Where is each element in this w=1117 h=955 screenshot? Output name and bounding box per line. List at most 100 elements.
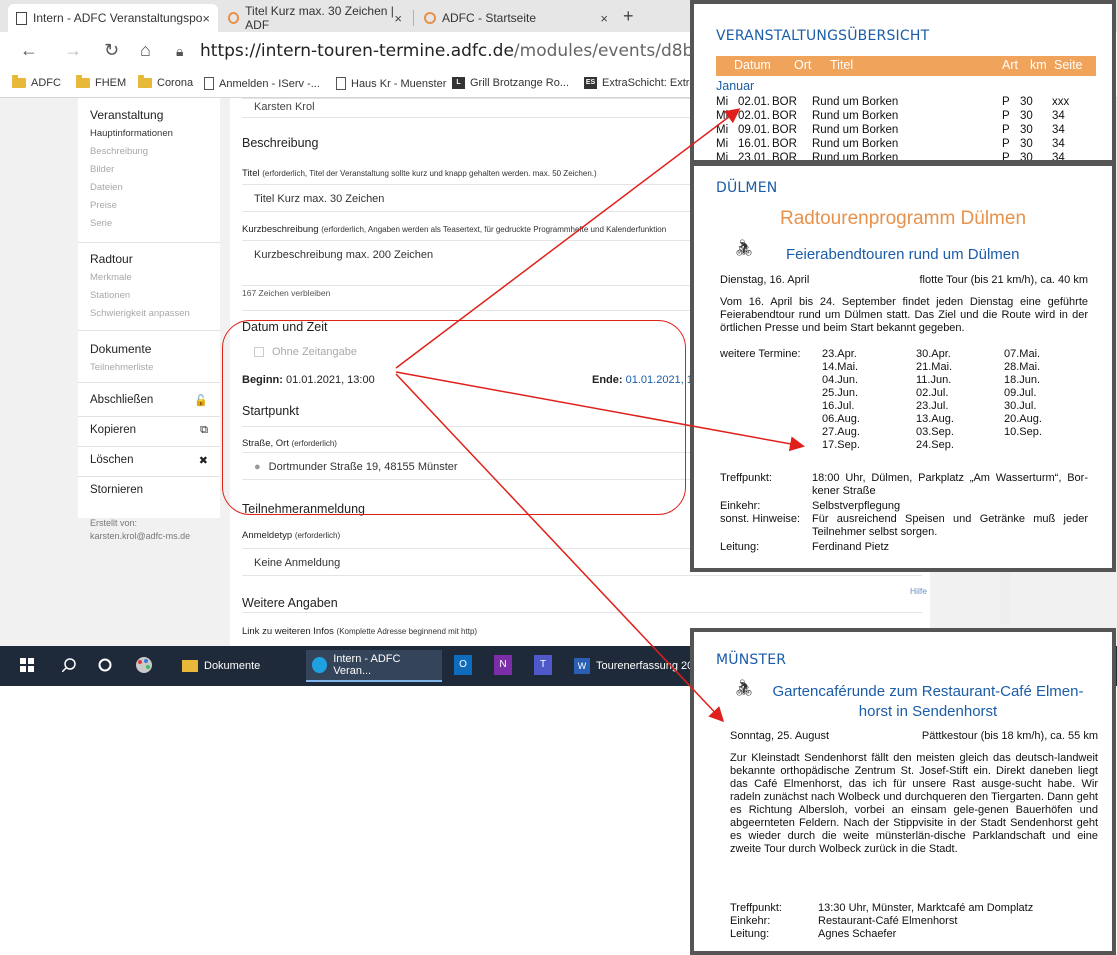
label-text: Kurzbeschreibung	[242, 224, 319, 235]
overview-cell: 30	[1020, 138, 1033, 150]
tour-tempo: Pättkestour (bis 18 km/h), ca. 55 km	[921, 730, 1098, 742]
termin-date: 27.Aug.	[822, 426, 860, 438]
termin-date: 30.Jul.	[1004, 400, 1037, 412]
hinweise-value: Für ausreichend Speisen und Getränke muß…	[812, 513, 1088, 538]
sidebar-item-beschreibung[interactable]: Beschreibung	[90, 146, 148, 157]
tour-description: Zur Kleinstadt Sendenhorst fällt den mei…	[730, 752, 1098, 855]
treffpunkt-value: 13:30 Uhr, Münster, Marktcafé am Domplat…	[818, 902, 1034, 914]
termin-date: 04.Jun.	[822, 374, 859, 386]
page-icon	[16, 11, 27, 25]
cortana-icon[interactable]	[98, 658, 112, 672]
tour-tempo: flotte Tour (bis 21 km/h), ca. 40 km	[919, 274, 1088, 286]
overview-cell: 02.01.	[738, 110, 770, 122]
sidebar-item-hauptinformationen[interactable]: Hauptinformationen	[90, 128, 173, 139]
treffpunkt-value: 18:00 Uhr, Dülmen, Parkplatz „Am Wassert…	[812, 472, 1088, 497]
lock-icon[interactable]: 🔒︎	[176, 43, 183, 60]
word-icon: W	[574, 658, 590, 674]
termin-date: 09.Jul.	[1004, 387, 1037, 399]
termin-date: 03.Sep.	[916, 426, 954, 438]
termin-date: 10.Sep.	[1004, 426, 1042, 438]
delete-icon: ✖	[198, 455, 208, 467]
sidebar-item-bilder[interactable]: Bilder	[90, 164, 114, 175]
search-icon[interactable]	[62, 658, 76, 672]
overview-cell: xxx	[1052, 96, 1070, 108]
onenote-icon[interactable]: N	[494, 655, 512, 675]
label-hint: (erforderlich)	[294, 531, 341, 540]
bookmark-corona[interactable]: Corona	[138, 75, 194, 89]
sidebar-item-dateien[interactable]: Dateien	[90, 182, 123, 193]
divider	[78, 476, 220, 477]
overview-cell: P	[1002, 138, 1010, 150]
divider	[78, 382, 220, 383]
windows-start-icon[interactable]	[20, 658, 34, 672]
folder-icon	[138, 75, 152, 88]
forward-arrow-icon[interactable]: →	[64, 40, 82, 61]
overview-cell: 30	[1020, 110, 1033, 122]
hilfe-link[interactable]: Hilfe	[910, 586, 927, 596]
loeschen-button[interactable]: Löschen ✖	[90, 454, 208, 467]
outlook-icon[interactable]: O	[454, 655, 472, 675]
tab-intern[interactable]: Intern - ADFC Veranstaltungspo ×	[8, 4, 218, 32]
overview-cell: Mi	[716, 96, 729, 108]
column-header: Ort	[794, 58, 812, 72]
sidebar-item-preise[interactable]: Preise	[90, 200, 117, 211]
tour-date: Dienstag, 16. April	[720, 274, 810, 286]
bookmark-fhem[interactable]: FHEM	[76, 75, 126, 89]
home-icon[interactable]: ⌂	[140, 40, 151, 61]
extraschicht-icon: ES	[584, 77, 597, 89]
bookmark-haus[interactable]: Haus Kr - Muenster	[336, 77, 446, 90]
new-tab-button[interactable]: +	[623, 6, 634, 27]
taskbar-app-word[interactable]: W Tourenerfassung 20...	[568, 650, 708, 682]
tab-title: Intern - ADFC Veranstaltungspo	[33, 11, 203, 25]
bookmark-adfc[interactable]: ADFC	[12, 75, 61, 89]
termin-date: 02.Jul.	[916, 387, 949, 399]
action-label: Stornieren	[90, 484, 144, 496]
sidebar-item-merkmale[interactable]: Merkmale	[90, 272, 132, 283]
overview-row: Mi 09.01. BOR Rund um Borken P 30 34	[716, 124, 1096, 138]
termin-date: 16.Jul.	[822, 400, 855, 412]
label-text: Titel	[242, 168, 260, 179]
bookmark-label: Grill Brotzange Ro...	[470, 77, 570, 89]
sidebar-item-serie[interactable]: Serie	[90, 218, 112, 229]
copy-icon: ⧉	[200, 424, 208, 436]
taskbar-app-label: Tourenerfassung 20...	[596, 660, 703, 672]
back-arrow-icon[interactable]: ←	[20, 40, 38, 61]
treffpunkt-label: Treffpunkt:	[720, 472, 772, 484]
sidebar-item-teilnehmerliste[interactable]: Teilnehmerliste	[90, 362, 153, 373]
sidebar-item-schwierigkeit[interactable]: Schwierigkeit anpassen	[90, 308, 190, 319]
tab-startseite[interactable]: ADFC - Startseite ×	[416, 4, 616, 32]
label-hint: (erforderlich, Angaben werden als Teaser…	[321, 225, 667, 234]
kopieren-button[interactable]: Kopieren ⧉	[90, 424, 208, 436]
close-icon[interactable]: ×	[202, 11, 210, 26]
overview-cell: Mi	[716, 124, 729, 136]
leitung-label: Leitung:	[720, 541, 760, 553]
sidebar-item-stationen[interactable]: Stationen	[90, 290, 130, 301]
overview-cell: 02.01.	[738, 96, 770, 108]
tab-separator	[413, 10, 414, 26]
bookmark-iserv[interactable]: Anmelden - IServ -...	[204, 77, 320, 90]
close-icon[interactable]: ×	[600, 11, 608, 26]
city-title: MÜNSTER	[716, 652, 787, 668]
taskbar-app-edge[interactable]: Intern - ADFC Veran...	[306, 650, 442, 682]
bookmark-grill[interactable]: L Grill Brotzange Ro...	[452, 77, 569, 89]
einkehr-label: Einkehr:	[730, 915, 771, 927]
overview-title: VERANSTALTUNGSÜBERSICHT	[716, 28, 930, 44]
reload-icon[interactable]: ↻	[104, 40, 119, 61]
termin-date: 23.Apr.	[822, 348, 857, 360]
stornieren-button[interactable]: Stornieren	[90, 484, 208, 496]
termin-date: 14.Mai.	[822, 361, 859, 373]
bookmark-label: Corona	[157, 77, 194, 89]
taskbar-app-dokumente[interactable]: Dokumente	[176, 650, 266, 682]
overview-cell: Rund um Borken	[812, 138, 899, 150]
teams-icon[interactable]: T	[534, 655, 552, 675]
label-hint: (erforderlich, Titel der Veranstaltung s…	[262, 169, 597, 178]
anmeldetyp-label: Anmeldetyp (erforderlich)	[242, 530, 340, 541]
close-icon[interactable]: ×	[394, 11, 402, 26]
overview-cell: 30	[1020, 124, 1033, 136]
abschliessen-button[interactable]: Abschließen 🔓	[90, 394, 208, 407]
divider	[78, 330, 220, 331]
termin-date: 30.Apr.	[916, 348, 951, 360]
tab-titel[interactable]: Titel Kurz max. 30 Zeichen | ADF ×	[220, 4, 410, 32]
paint-app-icon[interactable]	[134, 656, 154, 674]
overview-cell: 34	[1052, 110, 1065, 122]
